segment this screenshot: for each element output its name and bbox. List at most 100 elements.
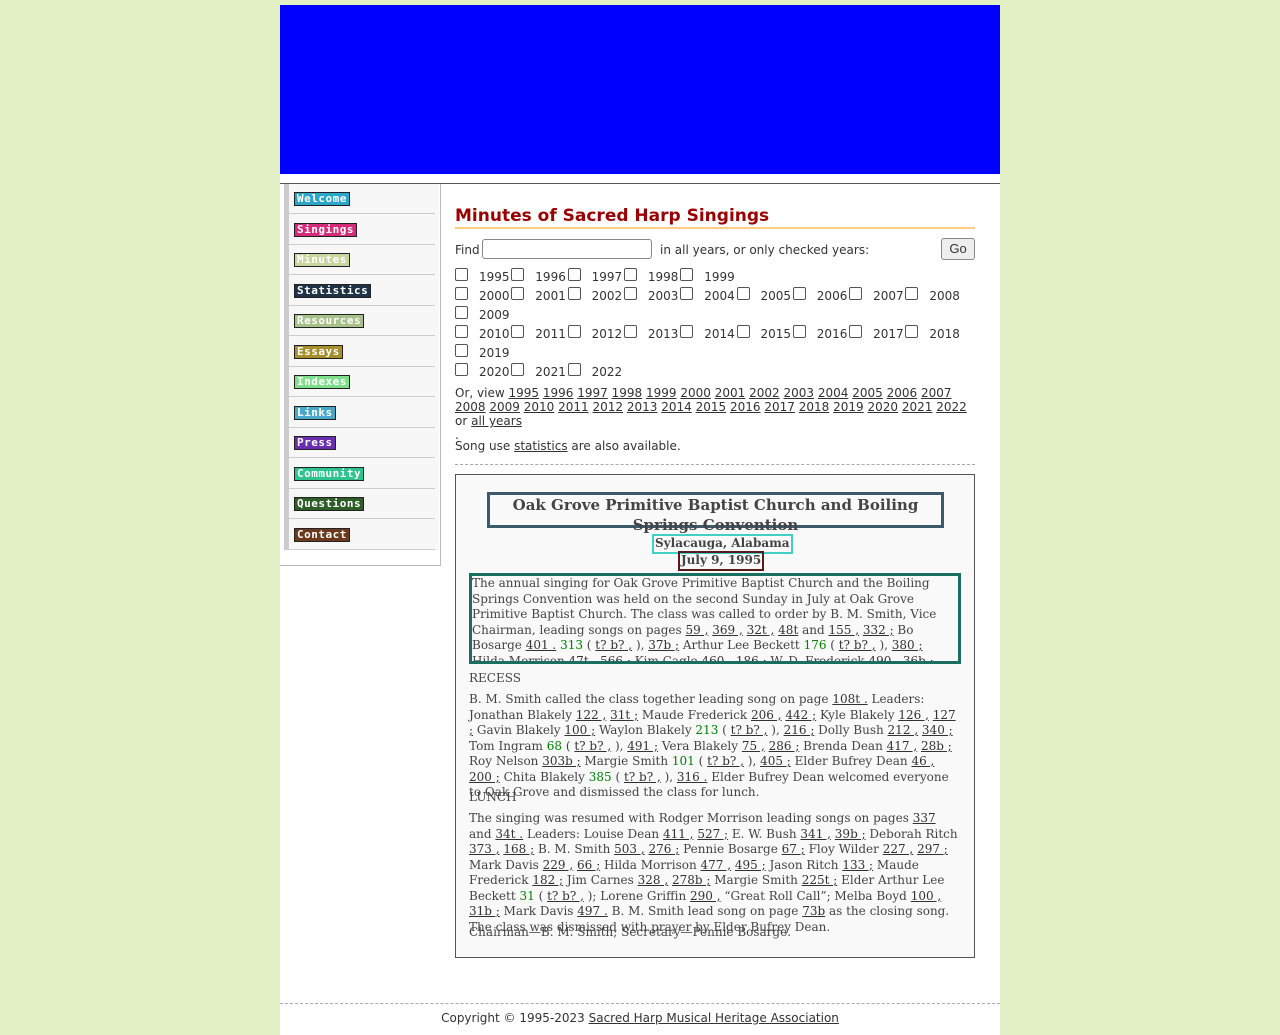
search-row: Find in all years, or only checked years… xyxy=(455,238,975,261)
sidebar-nav: Welcome Singings Minutes Statistics Resource… xyxy=(284,184,439,550)
org-link[interactable]: Sacred Harp Musical Heritage Association xyxy=(589,1011,839,1025)
year-link[interactable]: 2006 xyxy=(887,386,918,400)
year-checkbox[interactable] xyxy=(792,287,806,300)
year-link[interactable]: 2020 xyxy=(868,400,899,414)
year-option: 2002 xyxy=(567,287,622,303)
year-checkbox[interactable] xyxy=(792,325,806,338)
year-link[interactable]: 2013 xyxy=(627,400,658,414)
find-scope-text: in all years, or only checked years: xyxy=(660,243,870,257)
year-option: 2006 xyxy=(792,287,847,303)
view-prefix: Or, view xyxy=(455,386,505,400)
search-input[interactable] xyxy=(482,239,652,259)
year-link[interactable]: 2011 xyxy=(558,400,589,414)
sidebar-item-singings[interactable]: Singings xyxy=(289,215,435,245)
year-link[interactable]: 2000 xyxy=(680,386,711,400)
year-label: 2017 xyxy=(873,327,904,341)
year-link[interactable]: 2009 xyxy=(489,400,520,414)
year-option: 2021 xyxy=(511,363,566,379)
year-link[interactable]: 2016 xyxy=(730,400,761,414)
year-option: 2008 xyxy=(905,287,960,303)
sidebar-item-contact[interactable]: Contact xyxy=(289,520,435,550)
year-link[interactable]: 2017 xyxy=(764,400,795,414)
sidebar-item-press[interactable]: Press xyxy=(289,428,435,458)
year-link[interactable]: 2019 xyxy=(833,400,864,414)
singing-title: Oak Grove Primitive Baptist Church and B… xyxy=(487,492,944,534)
year-link[interactable]: 2003 xyxy=(783,386,814,400)
year-link[interactable]: 2002 xyxy=(749,386,780,400)
year-link[interactable]: 2010 xyxy=(524,400,555,414)
year-checkbox[interactable] xyxy=(905,287,919,300)
year-link[interactable]: 2012 xyxy=(593,400,624,414)
year-checkbox[interactable] xyxy=(455,268,468,281)
year-checkbox[interactable] xyxy=(511,268,525,281)
year-checkbox[interactable] xyxy=(455,363,468,376)
view-years: Or, view 1995 1996 1997 1998 1999 2000 2… xyxy=(455,386,975,442)
year-link[interactable]: 2005 xyxy=(852,386,883,400)
sidebar-item-essays[interactable]: Essays xyxy=(289,337,435,367)
year-label: 1999 xyxy=(704,270,735,284)
year-link[interactable]: 2001 xyxy=(715,386,746,400)
sidebar-item-minutes[interactable]: Minutes xyxy=(289,245,435,275)
year-checkbox[interactable] xyxy=(567,363,581,376)
sidebar-item-resources[interactable]: Resources xyxy=(289,306,435,336)
year-checkbox[interactable] xyxy=(511,325,525,338)
year-link[interactable]: 2007 xyxy=(921,386,952,400)
page: Welcome Singings Minutes Statistics Resource… xyxy=(280,5,1000,1035)
all-years-link[interactable]: all years xyxy=(471,414,522,428)
sidebar-item-label: Links xyxy=(294,405,336,420)
sidebar-item-questions[interactable]: Questions xyxy=(289,489,435,519)
sidebar-item-links[interactable]: Links xyxy=(289,398,435,428)
year-link[interactable]: 2022 xyxy=(936,400,967,414)
sidebar-item-label: Indexes xyxy=(294,375,350,389)
year-link[interactable]: 1996 xyxy=(543,386,574,400)
year-checkbox[interactable] xyxy=(455,306,468,319)
year-link[interactable]: 1997 xyxy=(577,386,608,400)
year-checkbox[interactable] xyxy=(567,325,581,338)
year-checkbox[interactable] xyxy=(736,325,750,338)
year-checkbox[interactable] xyxy=(511,363,525,376)
year-checkbox[interactable] xyxy=(680,268,694,281)
year-label: 2022 xyxy=(591,365,623,379)
year-option: 1998 xyxy=(623,268,679,284)
year-checkbox[interactable] xyxy=(455,344,468,357)
year-checkbox[interactable] xyxy=(623,325,637,338)
year-checkbox[interactable] xyxy=(455,287,468,300)
year-link[interactable]: 2018 xyxy=(799,400,830,414)
year-checkbox[interactable] xyxy=(849,325,863,338)
year-checkbox[interactable] xyxy=(905,325,919,338)
sidebar-item-welcome[interactable]: Welcome xyxy=(289,184,435,214)
year-checkbox[interactable] xyxy=(849,287,863,300)
sidebar-item-label: Statistics xyxy=(294,283,372,298)
year-link[interactable]: 2021 xyxy=(902,400,933,414)
year-checkbox[interactable] xyxy=(623,268,637,281)
year-link[interactable]: 2015 xyxy=(696,400,727,414)
year-label: 2019 xyxy=(479,346,510,360)
year-link[interactable]: 2014 xyxy=(661,400,692,414)
statistics-link[interactable]: statistics xyxy=(514,439,568,453)
year-link[interactable]: 2004 xyxy=(818,386,849,400)
year-link[interactable]: 1998 xyxy=(612,386,643,400)
year-checkbox[interactable] xyxy=(680,287,694,300)
year-label: 2010 xyxy=(479,327,510,341)
sidebar-item-community[interactable]: Community xyxy=(289,459,435,489)
year-checkbox[interactable] xyxy=(567,268,581,281)
year-label: 1998 xyxy=(647,270,679,284)
year-checkbox[interactable] xyxy=(455,325,468,338)
year-checkbox[interactable] xyxy=(623,287,637,300)
year-link[interactable]: 1999 xyxy=(646,386,677,400)
go-button[interactable]: Go xyxy=(941,238,975,260)
year-checkbox[interactable] xyxy=(680,325,694,338)
year-checkbox[interactable] xyxy=(511,287,525,300)
year-link[interactable]: 2008 xyxy=(455,400,486,414)
singing-date: July 9, 1995 xyxy=(678,551,765,571)
year-option: 2022 xyxy=(567,363,623,379)
year-option: 2019 xyxy=(455,344,510,360)
year-checkbox[interactable] xyxy=(736,287,750,300)
sidebar-item-statistics[interactable]: Statistics xyxy=(289,276,435,306)
year-option: 2014 xyxy=(680,325,735,341)
sidebar-item-indexes[interactable]: Indexes xyxy=(289,367,435,397)
page-title: Minutes of Sacred Harp Singings xyxy=(455,205,975,229)
year-checkbox[interactable] xyxy=(567,287,581,300)
year-link[interactable]: 1995 xyxy=(508,386,539,400)
year-label: 2004 xyxy=(704,289,735,303)
